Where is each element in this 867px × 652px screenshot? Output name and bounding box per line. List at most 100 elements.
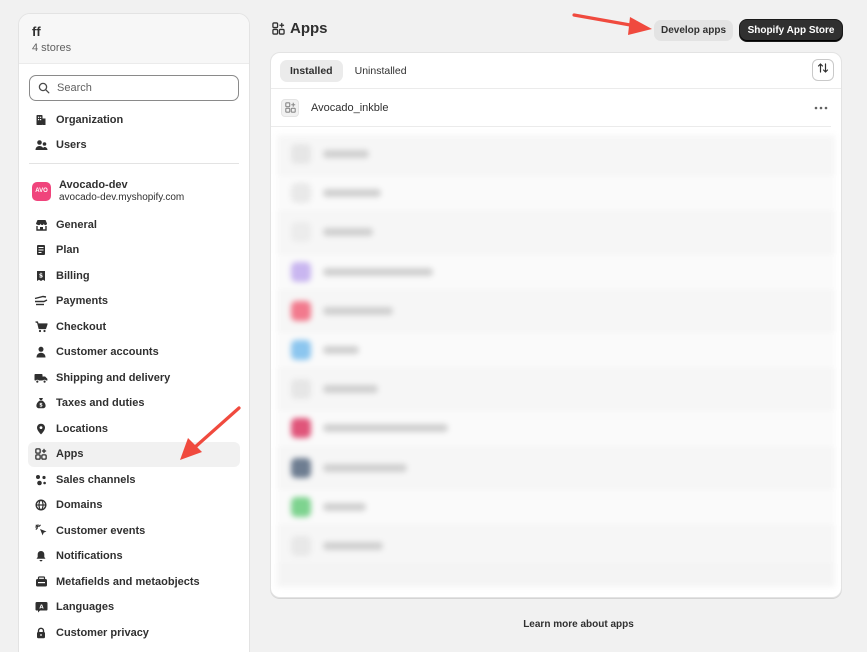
channels-icon [34, 473, 48, 487]
tab-uninstalled[interactable]: Uninstalled [345, 60, 417, 82]
blurred-app-icon [291, 535, 311, 556]
sidebar-item-billing[interactable]: $ Billing [28, 263, 240, 289]
sidebar-item-sales-channels[interactable]: Sales channels [28, 467, 240, 493]
store-url: avocado-dev.myshopify.com [59, 192, 185, 203]
more-actions-icon[interactable] [811, 98, 831, 118]
sidebar-item-general[interactable]: General [28, 212, 240, 238]
sidebar-item-label: Apps [56, 448, 84, 461]
search-box[interactable] [29, 75, 239, 101]
page-title: Apps [271, 20, 328, 37]
payments-icon [34, 294, 48, 308]
sidebar-item-apps[interactable]: Apps [28, 441, 240, 467]
sidebar-item-label: Payments [56, 295, 108, 308]
svg-text:$: $ [39, 272, 43, 279]
sidebar-item-customer-events[interactable]: Customer events [28, 518, 240, 544]
sidebar-item-label: Customer accounts [56, 346, 159, 359]
svg-text:A: A [39, 605, 44, 611]
organization-header[interactable]: ff 4 stores [19, 14, 249, 64]
truck-icon [34, 371, 48, 385]
sidebar-item-plan[interactable]: Plan [28, 238, 240, 264]
sidebar-item-label: Taxes and duties [56, 397, 145, 410]
apps-icon [271, 22, 285, 36]
building-icon [34, 113, 48, 127]
blurred-app-row [277, 291, 835, 331]
sidebar-item-shipping-and-delivery[interactable]: Shipping and delivery [28, 365, 240, 391]
sidebar-item-label: Checkout [56, 320, 107, 333]
blurred-app-icon [291, 300, 311, 321]
sidebar-item-label: Users [56, 139, 87, 152]
sidebar-item-payments[interactable]: Payments [28, 289, 240, 315]
svg-text:$: $ [39, 403, 43, 409]
blurred-app-name [323, 346, 359, 355]
blurred-app-icon [291, 183, 311, 204]
blurred-app-icon [291, 379, 311, 400]
page-title-text: Apps [290, 20, 328, 37]
sidebar-item-label: Billing [56, 269, 90, 282]
receipt-icon: $ [34, 269, 48, 283]
database-icon [34, 575, 48, 589]
organization-store-count: 4 stores [32, 42, 72, 54]
tab-installed[interactable]: Installed [280, 59, 343, 82]
sidebar-item-label: Locations [56, 422, 108, 435]
sidebar-item-metafields-and-metaobjects[interactable]: Metafields and metaobjects [28, 569, 240, 595]
users-icon [34, 138, 48, 152]
sidebar-item-label: Domains [56, 499, 103, 512]
develop-apps-button[interactable]: Develop apps [654, 20, 733, 41]
blurred-app-row [277, 135, 835, 175]
store-name: Avocado-dev [59, 179, 128, 191]
blurred-app-row [277, 252, 835, 292]
sidebar-item-label: Languages [56, 601, 115, 614]
search-input[interactable] [57, 82, 227, 94]
shopify-app-store-button[interactable]: Shopify App Store [740, 20, 842, 41]
sort-button[interactable] [812, 59, 834, 81]
cursor-click-icon [34, 524, 48, 538]
blurred-app-row [277, 487, 835, 527]
blurred-app-icon [291, 457, 311, 478]
sidebar-item-customer-accounts[interactable]: Customer accounts [28, 340, 240, 366]
blurred-app-name [323, 306, 393, 315]
sidebar-item-label: General [56, 218, 97, 231]
blurred-app-name [323, 150, 369, 159]
bell-icon [34, 549, 48, 563]
sidebar-divider [29, 163, 239, 164]
blurred-app-icon [291, 496, 311, 517]
person-icon [34, 345, 48, 359]
sidebar-item-taxes-and-duties[interactable]: $ Taxes and duties [28, 391, 240, 417]
blurred-app-icon [291, 418, 311, 439]
sidebar-item-organization[interactable]: Organization [28, 107, 240, 133]
blurred-app-row [277, 330, 835, 371]
store-switcher[interactable]: AVO Avocado-dev avocado-dev.myshopify.co… [19, 172, 249, 212]
organization-name: ff [32, 24, 41, 39]
blurred-app-row [277, 213, 835, 253]
learn-more-link[interactable]: Learn more about apps [0, 619, 867, 630]
sidebar-item-label: Organization [56, 113, 124, 126]
sidebar-item-label: Customer events [56, 524, 146, 537]
globe-icon [34, 498, 48, 512]
blurred-app-name [323, 267, 434, 276]
learn-more-text: Learn more about apps [523, 619, 634, 630]
blurred-app-row [277, 409, 835, 449]
sidebar-item-languages[interactable]: A Languages [28, 595, 240, 621]
cart-icon [34, 320, 48, 334]
organization-nav: Organization Users [19, 107, 249, 158]
sidebar-item-domains[interactable]: Domains [28, 493, 240, 519]
plan-icon [34, 243, 48, 257]
sidebar-item-locations[interactable]: Locations [28, 416, 240, 442]
blurred-app-row [277, 526, 835, 567]
sidebar-item-label: Metafields and metaobjects [56, 575, 200, 588]
installed-app-row[interactable]: Avocado_inkble [271, 89, 831, 127]
store-badge: AVO [32, 181, 51, 201]
sidebar-item-notifications[interactable]: Notifications [28, 544, 240, 570]
blurred-app-name [323, 502, 367, 511]
sidebar-item-checkout[interactable]: Checkout [28, 314, 240, 340]
apps-card: Installed Uninstalled Avocado_inkble [270, 52, 842, 598]
blurred-app-icon [291, 261, 311, 282]
location-pin-icon [34, 422, 48, 436]
app-placeholder-icon [281, 98, 299, 117]
blurred-app-row [277, 370, 835, 410]
settings-sidebar: ff 4 stores Organization Users AVO Avocad… [18, 13, 250, 652]
blurred-app-name [323, 463, 407, 472]
sidebar-item-users[interactable]: Users [28, 133, 240, 159]
blurred-app-list [277, 135, 835, 587]
money-bag-icon: $ [34, 396, 48, 410]
